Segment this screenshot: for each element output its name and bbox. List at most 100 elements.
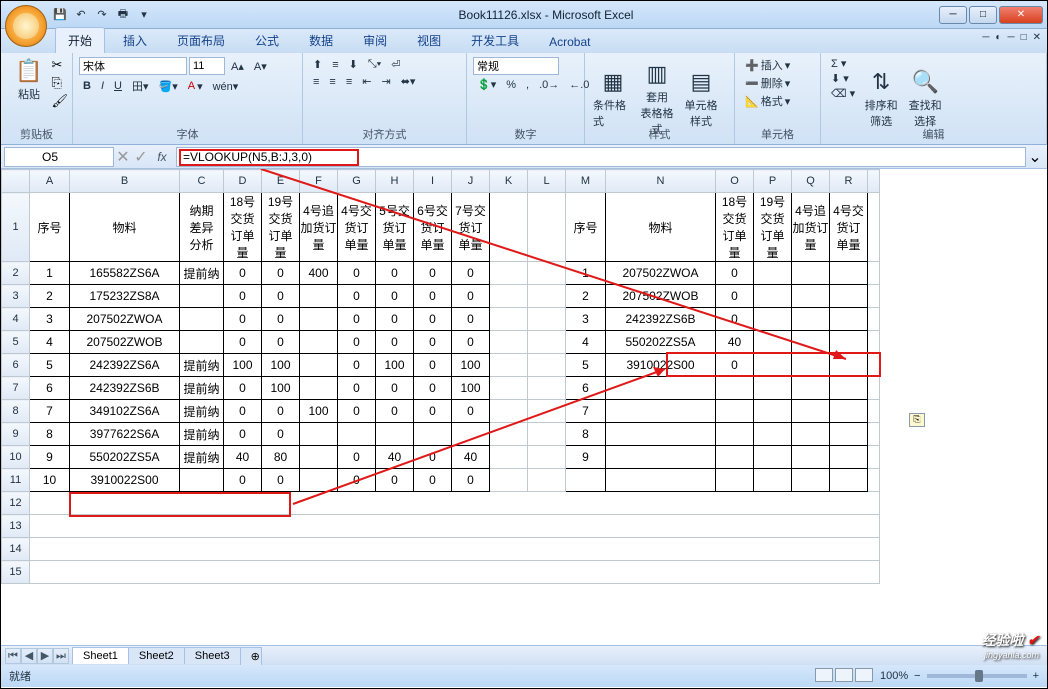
- col-header[interactable]: Q: [792, 170, 830, 193]
- font-size-select[interactable]: [189, 57, 225, 75]
- tab-data[interactable]: 数据: [297, 28, 345, 53]
- zoom-level[interactable]: 100%: [880, 670, 908, 682]
- tab-acrobat[interactable]: Acrobat: [537, 31, 602, 53]
- col-header[interactable]: [868, 170, 880, 193]
- redo-icon[interactable]: ↷: [93, 6, 111, 24]
- shrink-font-icon[interactable]: A▾: [250, 57, 271, 75]
- close-button[interactable]: ✕: [999, 6, 1043, 24]
- new-sheet-tab[interactable]: ⊕: [240, 647, 262, 665]
- format-cells-button[interactable]: 📐 格式 ▾: [741, 92, 814, 110]
- zoom-slider[interactable]: [927, 674, 1027, 678]
- grow-font-icon[interactable]: A▴: [227, 57, 248, 75]
- clear-icon[interactable]: ⌫ ▾: [827, 86, 859, 101]
- fmtpainter-icon[interactable]: 🖌: [51, 93, 68, 109]
- ribbon-help-icon[interactable]: ◐: [995, 32, 1001, 43]
- col-header[interactable]: F: [300, 170, 338, 193]
- col-header[interactable]: A: [30, 170, 70, 193]
- autosum-icon[interactable]: Σ ▾: [827, 56, 859, 71]
- row-header[interactable]: 1: [2, 193, 30, 262]
- spreadsheet-grid[interactable]: ABCDEFGHIJKLMNOPQR 1 序号 物料 纳期 差异 分析 18号 …: [1, 169, 1047, 645]
- col-header[interactable]: G: [338, 170, 376, 193]
- align-left-icon[interactable]: ≡: [309, 74, 323, 89]
- row-header[interactable]: 14: [2, 538, 30, 561]
- font-name-select[interactable]: [79, 57, 187, 75]
- comma-icon[interactable]: ,: [522, 77, 533, 92]
- sheet-tab[interactable]: Sheet2: [128, 647, 185, 664]
- tab-last-icon[interactable]: ⏭: [53, 648, 69, 664]
- row-header[interactable]: 13: [2, 515, 30, 538]
- sheet-tab[interactable]: Sheet3: [184, 647, 241, 664]
- merge-icon[interactable]: ⬌▾: [397, 74, 420, 89]
- align-top-icon[interactable]: ⬆: [309, 57, 326, 72]
- row-header[interactable]: 15: [2, 561, 30, 584]
- row-header[interactable]: 8: [2, 400, 30, 423]
- tab-review[interactable]: 审阅: [351, 28, 399, 53]
- qat-more-icon[interactable]: ▾: [135, 6, 153, 24]
- row-header[interactable]: 5: [2, 331, 30, 354]
- paste-button[interactable]: 📋粘贴: [7, 56, 51, 104]
- row-header[interactable]: 7: [2, 377, 30, 400]
- col-header[interactable]: P: [754, 170, 792, 193]
- percent-icon[interactable]: %: [502, 77, 520, 92]
- minimize-button[interactable]: ─: [939, 6, 967, 24]
- fill-icon[interactable]: ⬇ ▾: [827, 71, 859, 86]
- col-header[interactable]: M: [566, 170, 606, 193]
- font-color-button[interactable]: A▾: [184, 77, 207, 95]
- save-icon[interactable]: 💾: [51, 6, 69, 24]
- wrap-icon[interactable]: ⏎: [387, 57, 404, 72]
- col-header[interactable]: R: [830, 170, 868, 193]
- row-header[interactable]: 6: [2, 354, 30, 377]
- indent-inc-icon[interactable]: ⇥: [377, 74, 394, 89]
- col-header[interactable]: J: [452, 170, 490, 193]
- row-header[interactable]: 12: [2, 492, 30, 515]
- formula-bar[interactable]: =VLOOKUP(N5,B:J,3,0): [176, 147, 1026, 167]
- tab-home[interactable]: 开始: [55, 27, 105, 53]
- bold-button[interactable]: B: [79, 77, 95, 95]
- align-center-icon[interactable]: ≡: [325, 74, 339, 89]
- fill-color-button[interactable]: 🪣▾: [155, 77, 182, 95]
- row-header[interactable]: 2: [2, 262, 30, 285]
- office-button[interactable]: [5, 5, 47, 47]
- border-button[interactable]: 田▾: [128, 77, 153, 95]
- italic-button[interactable]: I: [97, 77, 108, 95]
- align-mid-icon[interactable]: ≡: [328, 57, 342, 72]
- tab-dev[interactable]: 开发工具: [459, 28, 531, 53]
- row-header[interactable]: 3: [2, 285, 30, 308]
- ribbon-min-icon[interactable]: ─: [982, 32, 989, 43]
- tab-insert[interactable]: 插入: [111, 28, 159, 53]
- row-header[interactable]: 9: [2, 423, 30, 446]
- row-header[interactable]: 4: [2, 308, 30, 331]
- phonetic-button[interactable]: wén▾: [209, 77, 243, 95]
- align-right-icon[interactable]: ≡: [342, 74, 356, 89]
- col-header[interactable]: K: [490, 170, 528, 193]
- wb-restore-icon[interactable]: □: [1021, 32, 1027, 43]
- col-header[interactable]: H: [376, 170, 414, 193]
- orientation-icon[interactable]: ⤡▾: [364, 57, 385, 72]
- col-header[interactable]: N: [606, 170, 716, 193]
- tab-next-icon[interactable]: ▶: [37, 648, 53, 664]
- wb-close-icon[interactable]: ✕: [1033, 32, 1041, 43]
- name-box[interactable]: O5: [4, 147, 114, 167]
- cancel-formula-icon[interactable]: ✕: [114, 147, 132, 167]
- undo-icon[interactable]: ↶: [72, 6, 90, 24]
- indent-dec-icon[interactable]: ⇤: [358, 74, 375, 89]
- col-header[interactable]: C: [180, 170, 224, 193]
- row-header[interactable]: 10: [2, 446, 30, 469]
- sheet-tab[interactable]: Sheet1: [72, 647, 129, 664]
- print-icon[interactable]: 🖶: [114, 6, 132, 24]
- number-format-select[interactable]: [473, 57, 559, 75]
- align-bot-icon[interactable]: ⬇: [345, 57, 362, 72]
- maximize-button[interactable]: □: [969, 6, 997, 24]
- col-header[interactable]: O: [716, 170, 754, 193]
- select-all-corner[interactable]: [2, 170, 30, 193]
- zoom-out-icon[interactable]: −: [914, 670, 920, 682]
- insert-cells-button[interactable]: ➕ 插入 ▾: [741, 56, 814, 74]
- cut-icon[interactable]: ✂: [51, 57, 68, 73]
- col-header[interactable]: D: [224, 170, 262, 193]
- wb-min-icon[interactable]: ─: [1007, 32, 1014, 43]
- col-header[interactable]: B: [70, 170, 180, 193]
- inc-decimal-icon[interactable]: .0→: [535, 77, 563, 92]
- autofill-options-icon[interactable]: ⎘: [909, 413, 925, 427]
- fx-icon[interactable]: fx: [150, 150, 174, 164]
- tab-first-icon[interactable]: ⏮: [5, 648, 21, 664]
